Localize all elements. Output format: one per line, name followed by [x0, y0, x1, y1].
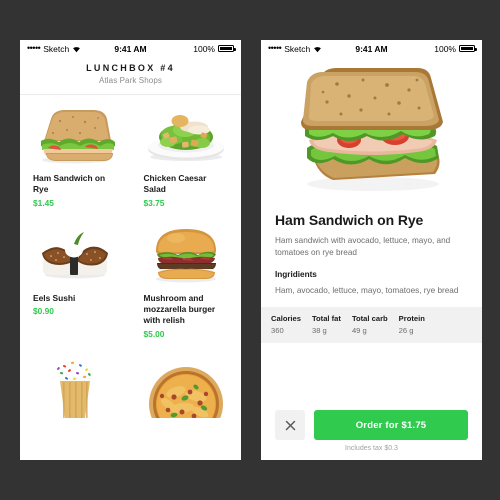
eels-sushi-photo	[20, 215, 131, 289]
nutrition-label: Calories	[271, 313, 301, 323]
nutrition-label: Protein	[398, 313, 425, 323]
nutrition-column-total-carb: Total carb 49 g	[352, 314, 388, 335]
mushroom-burger-photo	[131, 215, 242, 289]
battery-full-icon	[459, 44, 477, 53]
nutrition-table: Calories 360 Total fat 38 g Total carb 4…	[261, 306, 482, 343]
status-bar-right: 100%	[388, 43, 477, 54]
signal-dots-icon: •••••	[268, 43, 282, 53]
product-price: $5.00	[143, 328, 165, 339]
close-icon	[285, 420, 296, 431]
carrier-label: Sketch	[284, 43, 311, 54]
product-name: Chicken Caesar Salad	[143, 173, 207, 195]
page-title: LUNCHBOX #4	[86, 63, 175, 73]
tax-note: Includes tax $0.3	[345, 445, 398, 452]
signal-dots-icon: •••••	[27, 43, 41, 53]
carrier-label: Sketch	[43, 43, 70, 54]
nutrition-label: Total carb	[351, 313, 388, 323]
order-bar: Order for $1.75 Includes tax $0.3	[261, 401, 482, 460]
nutrition-label: Total fat	[311, 313, 341, 323]
status-bar-right: 100%	[147, 43, 236, 54]
wifi-icon	[313, 45, 322, 53]
product-price: $3.75	[143, 197, 165, 208]
cupcake-photo	[20, 346, 131, 420]
clock-label: 9:41 AM	[114, 43, 147, 54]
status-bar-detail: ••••• Sketch 9:41 AM 100%	[261, 40, 482, 57]
status-bar-left: ••••• Sketch	[27, 44, 114, 54]
product-info: Chicken Caesar Salad $3.75	[131, 169, 242, 209]
status-bar-left: ••••• Sketch	[268, 44, 355, 54]
nutrition-column-calories: Calories 360	[271, 314, 301, 335]
phone-list-screen: ••••• Sketch 9:41 AM 100% LUNCHBOX #4 At…	[20, 40, 241, 460]
product-name: Mushroom and mozzarella burger with reli…	[143, 292, 216, 326]
battery-percent-label: 100%	[434, 43, 456, 54]
order-button[interactable]: Order for $1.75	[314, 410, 468, 440]
nutrition-column-protein: Protein 26 g	[399, 314, 425, 335]
product-card-ham-sandwich[interactable]: Ham Sandwich on Rye $1.45	[20, 95, 131, 215]
chicken-caesar-salad-photo	[131, 95, 242, 169]
battery-full-icon	[218, 44, 236, 53]
detail-description: Ham sandwich with avocado, lettuce, mayo…	[275, 236, 451, 258]
product-name: Eels Sushi	[33, 292, 76, 303]
product-info: Eels Sushi $0.90	[20, 289, 131, 317]
screenshot-stage: ••••• Sketch 9:41 AM 100% LUNCHBOX #4 At…	[0, 0, 500, 500]
product-grid: Ham Sandwich on Rye $1.45 Chicken Caesar…	[20, 95, 241, 426]
nutrition-value: 360	[271, 325, 284, 335]
product-info: Ham Sandwich on Rye $1.45	[20, 169, 131, 209]
ingredients-text: Ham, avocado, lettuce, mayo, tomatoes, r…	[275, 285, 459, 295]
wifi-icon	[72, 45, 81, 53]
product-card-eels-sushi[interactable]: Eels Sushi $0.90	[20, 215, 131, 346]
detail-body: Ham Sandwich on Rye Ham sandwich with av…	[261, 202, 482, 297]
status-bar-list: ••••• Sketch 9:41 AM 100%	[20, 40, 241, 57]
battery-percent-label: 100%	[193, 43, 215, 54]
product-card-cupcake[interactable]	[20, 346, 131, 426]
nutrition-value: 26 g	[398, 325, 414, 335]
page-subtitle: Atlas Park Shops	[99, 76, 162, 85]
product-card-pizza[interactable]	[131, 346, 242, 426]
nutrition-column-total-fat: Total fat 38 g	[312, 314, 341, 335]
detail-title: Ham Sandwich on Rye	[275, 212, 424, 228]
product-info: Mushroom and mozzarella burger with reli…	[131, 289, 242, 340]
ham-sandwich-hero-photo	[261, 57, 482, 202]
product-price: $0.90	[33, 305, 54, 316]
pizza-photo	[131, 346, 242, 420]
list-header: LUNCHBOX #4 Atlas Park Shops	[20, 57, 241, 95]
order-row: Order for $1.75	[275, 410, 468, 440]
nutrition-value: 38 g	[311, 325, 327, 335]
product-price: $1.45	[33, 197, 54, 208]
ingredients-heading: Ingridients	[275, 269, 317, 279]
phone-detail-screen: ••••• Sketch 9:41 AM 100% Ham Sandwich o…	[261, 40, 482, 460]
product-card-chicken-caesar-salad[interactable]: Chicken Caesar Salad $3.75	[131, 95, 242, 215]
clock-label: 9:41 AM	[355, 43, 388, 54]
close-button[interactable]	[275, 410, 305, 440]
product-card-mushroom-burger[interactable]: Mushroom and mozzarella burger with reli…	[131, 215, 242, 346]
ham-sandwich-photo	[20, 95, 131, 169]
product-name: Ham Sandwich on Rye	[33, 173, 106, 195]
nutrition-value: 49 g	[351, 325, 367, 335]
